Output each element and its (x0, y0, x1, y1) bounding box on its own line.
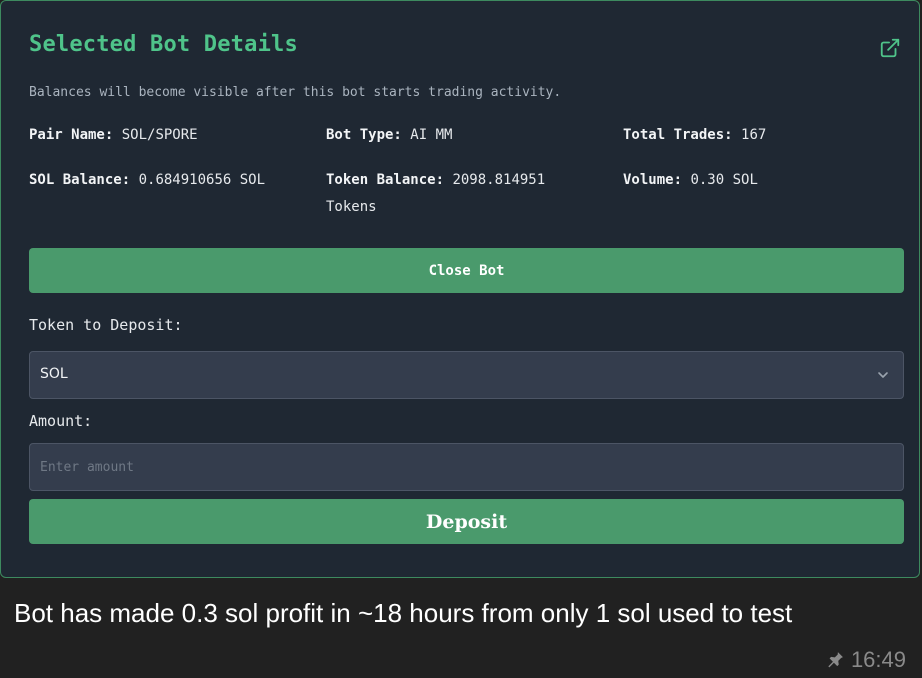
stat-label: Total Trades: (623, 127, 733, 143)
token-select[interactable]: SOL (29, 351, 904, 399)
close-bot-button[interactable]: Close Bot (29, 248, 904, 293)
bot-details-panel: Selected Bot Details Balances will becom… (0, 0, 920, 578)
stat-total-trades: Total Trades: 167 (623, 122, 766, 149)
token-to-deposit-label: Token to Deposit: (29, 316, 183, 334)
stat-bot-type: Bot Type: AI MM (326, 122, 452, 149)
stat-value: 2098.814951 (452, 172, 546, 188)
message-meta: 16:49 (825, 647, 906, 673)
amount-input[interactable] (29, 443, 904, 491)
stat-token-balance: Token Balance: 2098.814951 Tokens (326, 167, 545, 221)
external-link-icon[interactable] (879, 37, 901, 59)
token-select-value: SOL (40, 366, 68, 382)
stat-pair-name: Pair Name: SOL/SPORE (29, 122, 198, 149)
stat-sol-balance: SOL Balance: 0.684910656 SOL (29, 167, 265, 194)
pin-icon (828, 652, 843, 668)
stat-label: SOL Balance: (29, 172, 131, 188)
message-text: Bot has made 0.3 sol profit in ~18 hours… (14, 598, 793, 628)
amount-label: Amount: (29, 412, 93, 430)
stat-label: Volume: (623, 172, 683, 188)
stat-value: AI MM (410, 127, 453, 143)
message-time: 16:49 (850, 647, 906, 672)
stat-value: SOL/SPORE (121, 127, 198, 143)
stat-value: 167 (741, 127, 767, 143)
stat-label: Pair Name: (29, 127, 114, 143)
deposit-button[interactable]: Deposit (29, 499, 904, 544)
stat-value: 0.684910656 SOL (138, 172, 266, 188)
balance-notice: Balances will become visible after this … (29, 85, 562, 100)
stat-label: Bot Type: (326, 127, 402, 143)
stat-label: Token Balance: (326, 172, 445, 188)
stat-value: 0.30 SOL (690, 172, 758, 188)
stat-volume: Volume: 0.30 SOL (623, 167, 758, 194)
panel-title: Selected Bot Details (29, 32, 298, 57)
stat-value-unit: Tokens (326, 199, 377, 215)
chevron-down-icon (878, 372, 888, 378)
